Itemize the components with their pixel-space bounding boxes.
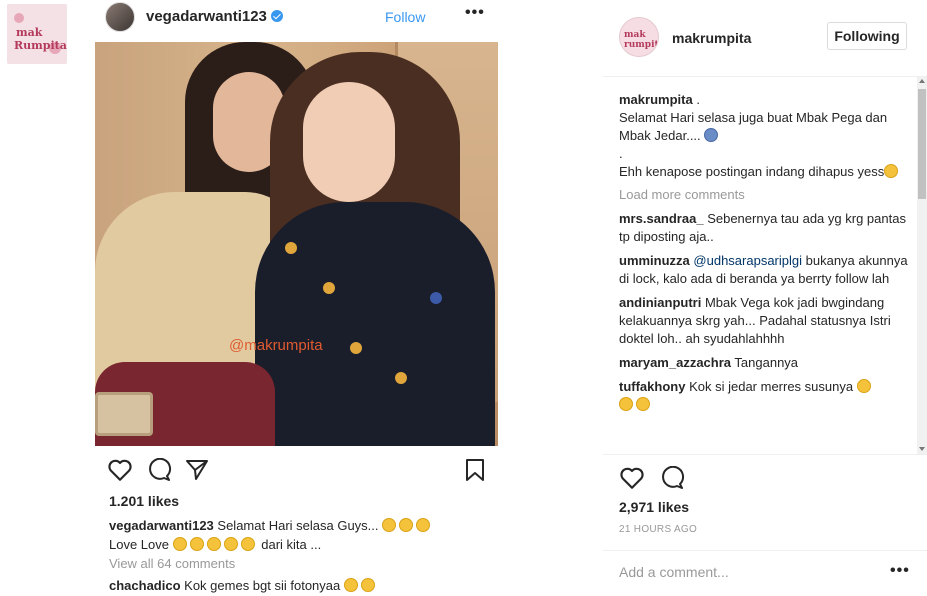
comment-item: mrs.sandraa_ Sebenernya tau ada yg krg p… xyxy=(619,211,906,244)
verified-icon xyxy=(270,10,283,22)
divider xyxy=(603,76,927,77)
scroll-down-icon[interactable] xyxy=(919,447,925,451)
comment-icon[interactable] xyxy=(659,466,685,490)
bookmark-icon xyxy=(466,459,484,481)
svg-text:mak: mak xyxy=(16,26,43,39)
heart-eyes-emoji-icon xyxy=(360,578,375,592)
comment-item: andinianputri Mbak Vega kok jadi bwginda… xyxy=(619,295,891,346)
post-actions xyxy=(619,464,719,494)
more-options-icon[interactable]: ••• xyxy=(890,562,910,580)
caption-username[interactable]: makrumpita xyxy=(619,92,693,107)
heart-icon[interactable] xyxy=(619,466,645,490)
divider xyxy=(603,454,927,455)
scroll-thumb[interactable] xyxy=(918,89,926,199)
makrumpita-logo: mak Rumpita xyxy=(7,4,67,64)
crying-laughing-emoji-icon xyxy=(636,397,650,411)
divider xyxy=(603,550,927,551)
embedded-avatar xyxy=(105,2,135,32)
embedded-caption: vegadarwanti123 Selamat Hari selasa Guys… xyxy=(109,516,494,554)
post-timestamp[interactable]: 21 HOURS AGO xyxy=(619,524,697,535)
comment-item: maryam_azzachra Tangannya xyxy=(619,355,799,370)
comment-mention[interactable]: @udhsarapsariplgi xyxy=(693,253,802,268)
heart-icon xyxy=(108,459,132,481)
embedded-follow-button: Follow xyxy=(385,9,426,25)
post-header: mak rumpita makrumpita Following xyxy=(619,17,927,57)
emoji-icon xyxy=(416,518,431,532)
embedded-view-all-comments: View all 64 comments xyxy=(109,556,236,571)
embedded-comment: chachadico Kok gemes bgt sii fotonyaa xyxy=(109,578,378,593)
emoji-icon xyxy=(223,537,238,551)
svg-text:Rumpita: Rumpita xyxy=(14,39,67,52)
share-icon xyxy=(186,460,208,480)
embedded-post-screenshot: vegadarwanti123 Follow ••• @makrumpita 1… xyxy=(93,0,503,596)
heart-eyes-emoji-icon xyxy=(343,578,358,592)
people-emoji-icon xyxy=(704,128,719,142)
photo-watermark: @makrumpita xyxy=(229,337,323,354)
emoji-icon xyxy=(240,537,255,551)
profile-thumbnail[interactable]: mak Rumpita xyxy=(7,4,67,64)
comment-item: tuffakhony Kok si jedar merres susunya xyxy=(619,378,909,414)
embedded-post-header: vegadarwanti123 Follow ••• xyxy=(93,0,503,38)
likes-count[interactable]: 2,971 likes xyxy=(619,499,689,515)
post-caption: makrumpita . Selamat Hari selasa juga bu… xyxy=(619,91,909,181)
emoji-icon xyxy=(206,537,221,551)
comments-list: makrumpita . Selamat Hari selasa juga bu… xyxy=(619,91,909,420)
post-username[interactable]: makrumpita xyxy=(672,30,751,46)
comment-icon xyxy=(149,458,172,481)
embedded-more-icon: ••• xyxy=(465,4,485,21)
crying-laughing-emoji-icon xyxy=(884,164,899,178)
load-more-comments[interactable]: Load more comments xyxy=(619,186,909,204)
comments-scrollbar[interactable] xyxy=(917,77,927,454)
embedded-likes: 1.201 likes xyxy=(109,493,180,509)
emoji-icon xyxy=(172,537,187,551)
avatar[interactable]: mak rumpita xyxy=(619,17,659,57)
emoji-icon xyxy=(189,537,204,551)
scroll-up-icon[interactable] xyxy=(919,79,925,83)
following-button[interactable]: Following xyxy=(827,22,907,50)
embedded-username: vegadarwanti123 xyxy=(146,8,283,25)
embedded-actions xyxy=(93,456,503,486)
emoji-icon xyxy=(382,518,397,532)
comment-item: umminuzza @udhsarapsariplgi bukanya akun… xyxy=(619,253,908,286)
post-photo: @makrumpita xyxy=(95,42,498,446)
emoji-icon xyxy=(399,518,414,532)
crying-laughing-emoji-icon xyxy=(856,379,871,393)
add-comment-input[interactable]: Add a comment... xyxy=(619,564,729,580)
crying-laughing-emoji-icon xyxy=(619,397,633,411)
